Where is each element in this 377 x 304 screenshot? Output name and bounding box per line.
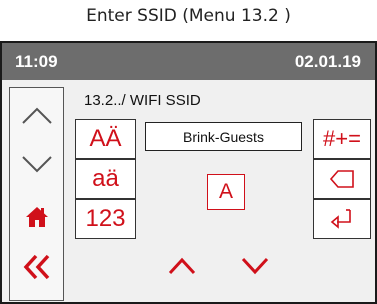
status-bar: 11:09 02.01.19 bbox=[2, 43, 375, 80]
nav-up-button[interactable] bbox=[10, 90, 63, 140]
back-button[interactable] bbox=[10, 242, 63, 292]
page-title: 13.2../ WIFI SSID bbox=[84, 92, 201, 109]
double-chevron-left-icon bbox=[23, 254, 49, 280]
enter-icon bbox=[330, 209, 351, 229]
backspace-key[interactable] bbox=[313, 159, 371, 199]
lowercase-key[interactable]: aä bbox=[75, 159, 136, 199]
char-up-icon[interactable] bbox=[168, 257, 196, 275]
caption: Enter SSID (Menu 13.2 ) bbox=[86, 6, 291, 26]
uppercase-key[interactable]: AÄ bbox=[75, 119, 136, 159]
ssid-input[interactable]: Brink-Guests bbox=[145, 122, 302, 151]
enter-key[interactable] bbox=[313, 199, 371, 239]
home-button[interactable] bbox=[10, 192, 63, 242]
nav-panel bbox=[9, 87, 64, 301]
selected-character-key[interactable]: A bbox=[207, 174, 245, 210]
numeric-key[interactable]: 123 bbox=[75, 199, 136, 239]
status-date: 02.01.19 bbox=[294, 52, 361, 71]
backspace-icon bbox=[329, 170, 354, 188]
status-time: 11:09 bbox=[15, 52, 58, 71]
keyboard-mode-keys: AÄ aä 123 bbox=[75, 119, 138, 241]
nav-down-button[interactable] bbox=[10, 140, 63, 190]
edit-keys: #+= bbox=[313, 119, 373, 241]
chevron-up-icon bbox=[21, 107, 52, 124]
char-down-icon[interactable] bbox=[241, 257, 269, 275]
symbols-key[interactable]: #+= bbox=[313, 119, 371, 159]
device-screen: 11:09 02.01.19 13.2../ WIFI SSID AÄ aä 1… bbox=[0, 41, 377, 304]
home-icon bbox=[25, 207, 48, 227]
chevron-down-icon bbox=[21, 156, 52, 173]
